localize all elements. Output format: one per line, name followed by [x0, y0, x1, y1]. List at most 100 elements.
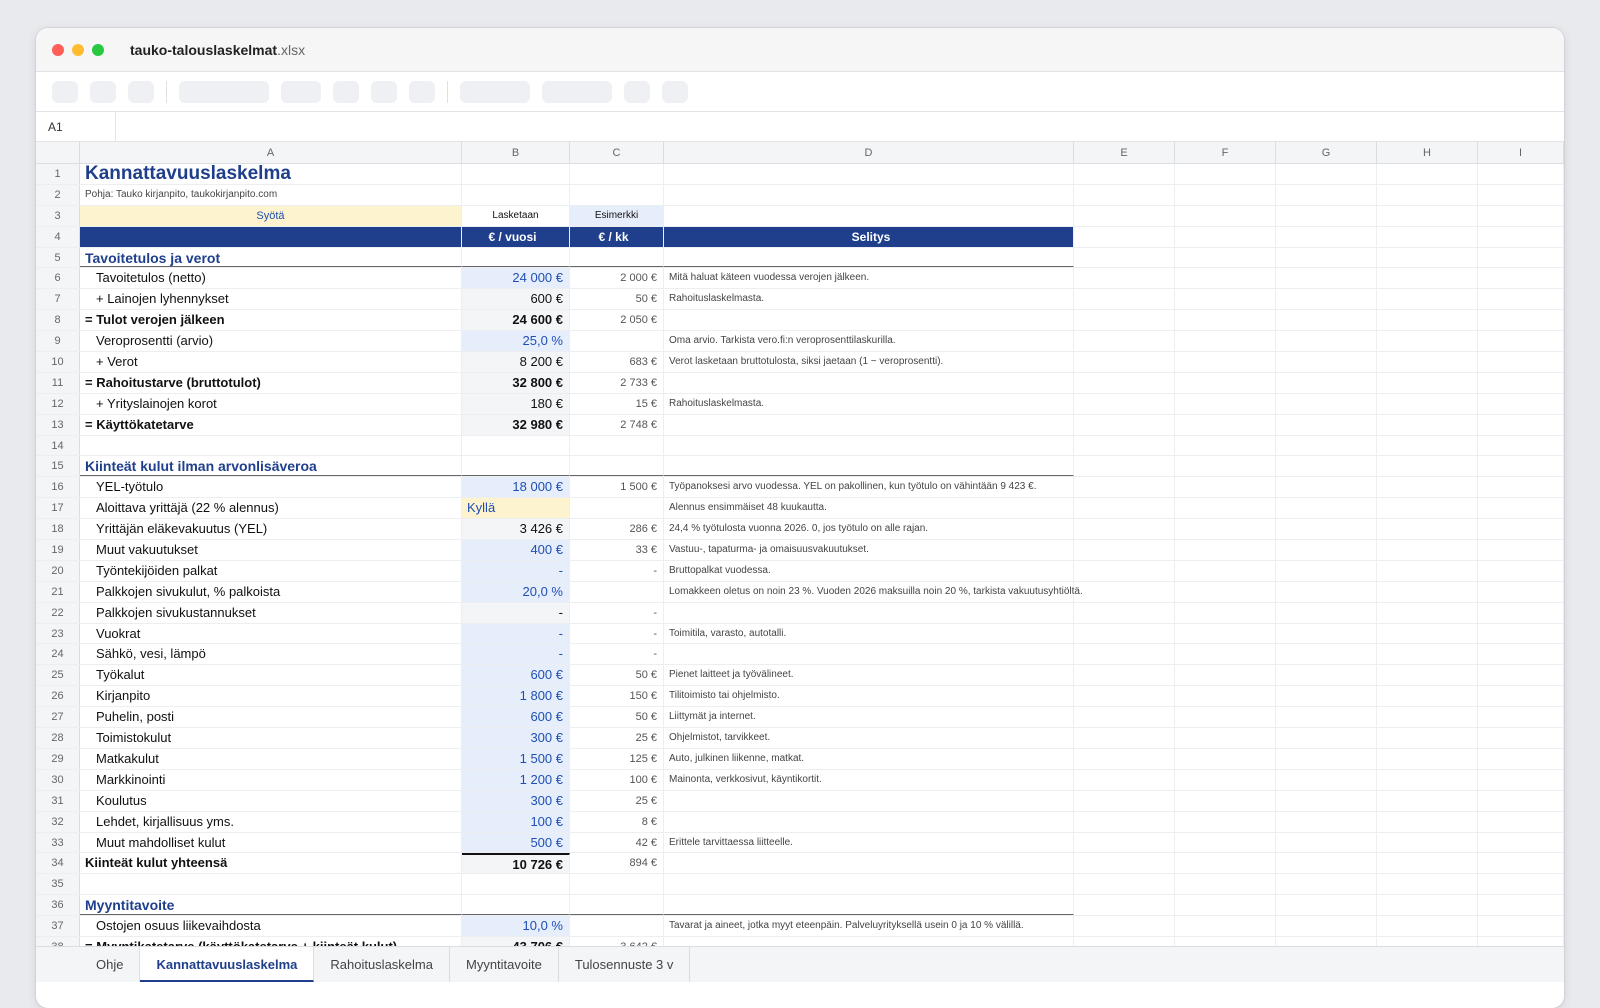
- cell-e[interactable]: [1074, 477, 1175, 498]
- row-number[interactable]: 30: [36, 769, 80, 790]
- cell-a[interactable]: = Rahoitustarve (bruttotulot): [80, 372, 462, 393]
- cell-d[interactable]: [664, 414, 1074, 435]
- cell-e[interactable]: [1074, 832, 1175, 853]
- cell-e[interactable]: [1074, 602, 1175, 623]
- cell-d[interactable]: Työpanoksesi arvo vuodessa. YEL on pakol…: [664, 477, 1074, 498]
- cell-b[interactable]: 400 €: [462, 540, 570, 560]
- cell-i[interactable]: [1478, 414, 1564, 435]
- cell-a[interactable]: Markkinointi: [80, 769, 462, 790]
- cell-c[interactable]: 15 €: [570, 393, 664, 414]
- cell-b[interactable]: 8 200 €: [462, 352, 570, 372]
- cell-b[interactable]: 300 €: [462, 790, 570, 811]
- toolbar-button-2[interactable]: [90, 80, 116, 103]
- cell-e[interactable]: [1074, 874, 1175, 895]
- cell-g[interactable]: [1276, 623, 1377, 644]
- cell-b[interactable]: € / vuosi: [462, 226, 570, 247]
- cell-f[interactable]: [1175, 602, 1276, 623]
- cell-g[interactable]: [1276, 205, 1377, 226]
- toolbar-button-3[interactable]: [128, 80, 154, 103]
- cell-i[interactable]: [1478, 310, 1564, 331]
- cell-f[interactable]: [1175, 686, 1276, 707]
- cell-g[interactable]: [1276, 853, 1377, 874]
- cell-e[interactable]: [1074, 853, 1175, 874]
- cell-e[interactable]: [1074, 456, 1175, 477]
- cell-d[interactable]: 24,4 % työtulosta vuonna 2026. 0, jos ty…: [664, 519, 1074, 540]
- cell-b[interactable]: [462, 874, 570, 895]
- cell-e[interactable]: [1074, 895, 1175, 916]
- cell-d[interactable]: Rahoituslaskelmasta.: [664, 289, 1074, 310]
- cell-i[interactable]: [1478, 623, 1564, 644]
- cell-a[interactable]: = Käyttökatetarve: [80, 414, 462, 435]
- cell-i[interactable]: [1478, 790, 1564, 811]
- cell-f[interactable]: [1175, 289, 1276, 310]
- cell-h[interactable]: [1377, 310, 1478, 331]
- cell-c[interactable]: [570, 331, 664, 352]
- cell-a[interactable]: Muut vakuutukset: [80, 540, 462, 560]
- cell-i[interactable]: [1478, 477, 1564, 498]
- row-number[interactable]: 23: [36, 623, 80, 644]
- row-number[interactable]: 27: [36, 707, 80, 728]
- cell-b[interactable]: Lasketaan: [462, 205, 570, 226]
- cell-i[interactable]: [1478, 268, 1564, 289]
- cell-i[interactable]: [1478, 644, 1564, 665]
- cell-h[interactable]: [1377, 686, 1478, 707]
- cell-h[interactable]: [1377, 895, 1478, 916]
- cell-e[interactable]: [1074, 268, 1175, 289]
- cell-d[interactable]: Auto, julkinen liikenne, matkat.: [664, 748, 1074, 769]
- cell-a[interactable]: Muut mahdolliset kulut: [80, 832, 462, 853]
- cell-e[interactable]: [1074, 352, 1175, 372]
- row-number[interactable]: 18: [36, 519, 80, 540]
- cell-e[interactable]: [1074, 790, 1175, 811]
- cell-b[interactable]: [462, 184, 570, 205]
- cell-b[interactable]: 10,0 %: [462, 916, 570, 936]
- cell-b[interactable]: 1 200 €: [462, 769, 570, 790]
- cell-f[interactable]: [1175, 352, 1276, 372]
- cell-e[interactable]: [1074, 414, 1175, 435]
- cell-d[interactable]: Tilitoimisto tai ohjelmisto.: [664, 686, 1074, 707]
- cell-h[interactable]: [1377, 205, 1478, 226]
- cell-h[interactable]: [1377, 874, 1478, 895]
- row-number[interactable]: 12: [36, 393, 80, 414]
- cell-d[interactable]: [664, 205, 1074, 226]
- cell-c[interactable]: [570, 874, 664, 895]
- cell-a[interactable]: + Verot: [80, 352, 462, 372]
- cell-reference-box[interactable]: A1: [36, 111, 116, 142]
- cell-a[interactable]: [80, 226, 462, 247]
- cell-b[interactable]: 24 000 €: [462, 268, 570, 289]
- cell-h[interactable]: [1377, 707, 1478, 728]
- column-header-g[interactable]: G: [1276, 142, 1377, 163]
- cell-c[interactable]: 50 €: [570, 289, 664, 310]
- column-header-c[interactable]: C: [570, 142, 664, 163]
- cell-f[interactable]: [1175, 184, 1276, 205]
- cell-g[interactable]: [1276, 268, 1377, 289]
- cell-c[interactable]: [570, 895, 664, 916]
- cell-a[interactable]: Palkkojen sivukustannukset: [80, 602, 462, 623]
- cell-i[interactable]: [1478, 895, 1564, 916]
- cell-i[interactable]: [1478, 519, 1564, 540]
- row-number[interactable]: 2: [36, 184, 80, 205]
- cell-h[interactable]: [1377, 226, 1478, 247]
- cell-d[interactable]: [664, 247, 1074, 268]
- cell-e[interactable]: [1074, 728, 1175, 748]
- cell-f[interactable]: [1175, 456, 1276, 477]
- maximize-window-button[interactable]: [92, 44, 104, 56]
- row-number[interactable]: 33: [36, 832, 80, 853]
- cell-i[interactable]: [1478, 686, 1564, 707]
- cell-c[interactable]: 42 €: [570, 832, 664, 853]
- column-header-d[interactable]: D: [664, 142, 1074, 163]
- cell-c[interactable]: 8 €: [570, 811, 664, 832]
- cell-c[interactable]: [570, 164, 664, 184]
- cell-c[interactable]: 2 733 €: [570, 372, 664, 393]
- cell-g[interactable]: [1276, 184, 1377, 205]
- cell-a[interactable]: Koulutus: [80, 790, 462, 811]
- row-number[interactable]: 25: [36, 665, 80, 686]
- sheet-tab[interactable]: Rahoituslaskelma: [314, 947, 450, 982]
- cell-h[interactable]: [1377, 498, 1478, 519]
- row-number[interactable]: 24: [36, 644, 80, 665]
- cell-c[interactable]: 25 €: [570, 790, 664, 811]
- cell-a[interactable]: Sähkö, vesi, lämpö: [80, 644, 462, 665]
- cell-i[interactable]: [1478, 289, 1564, 310]
- cell-a[interactable]: Palkkojen sivukulut, % palkoista: [80, 581, 462, 602]
- cell-g[interactable]: [1276, 310, 1377, 331]
- cell-h[interactable]: [1377, 623, 1478, 644]
